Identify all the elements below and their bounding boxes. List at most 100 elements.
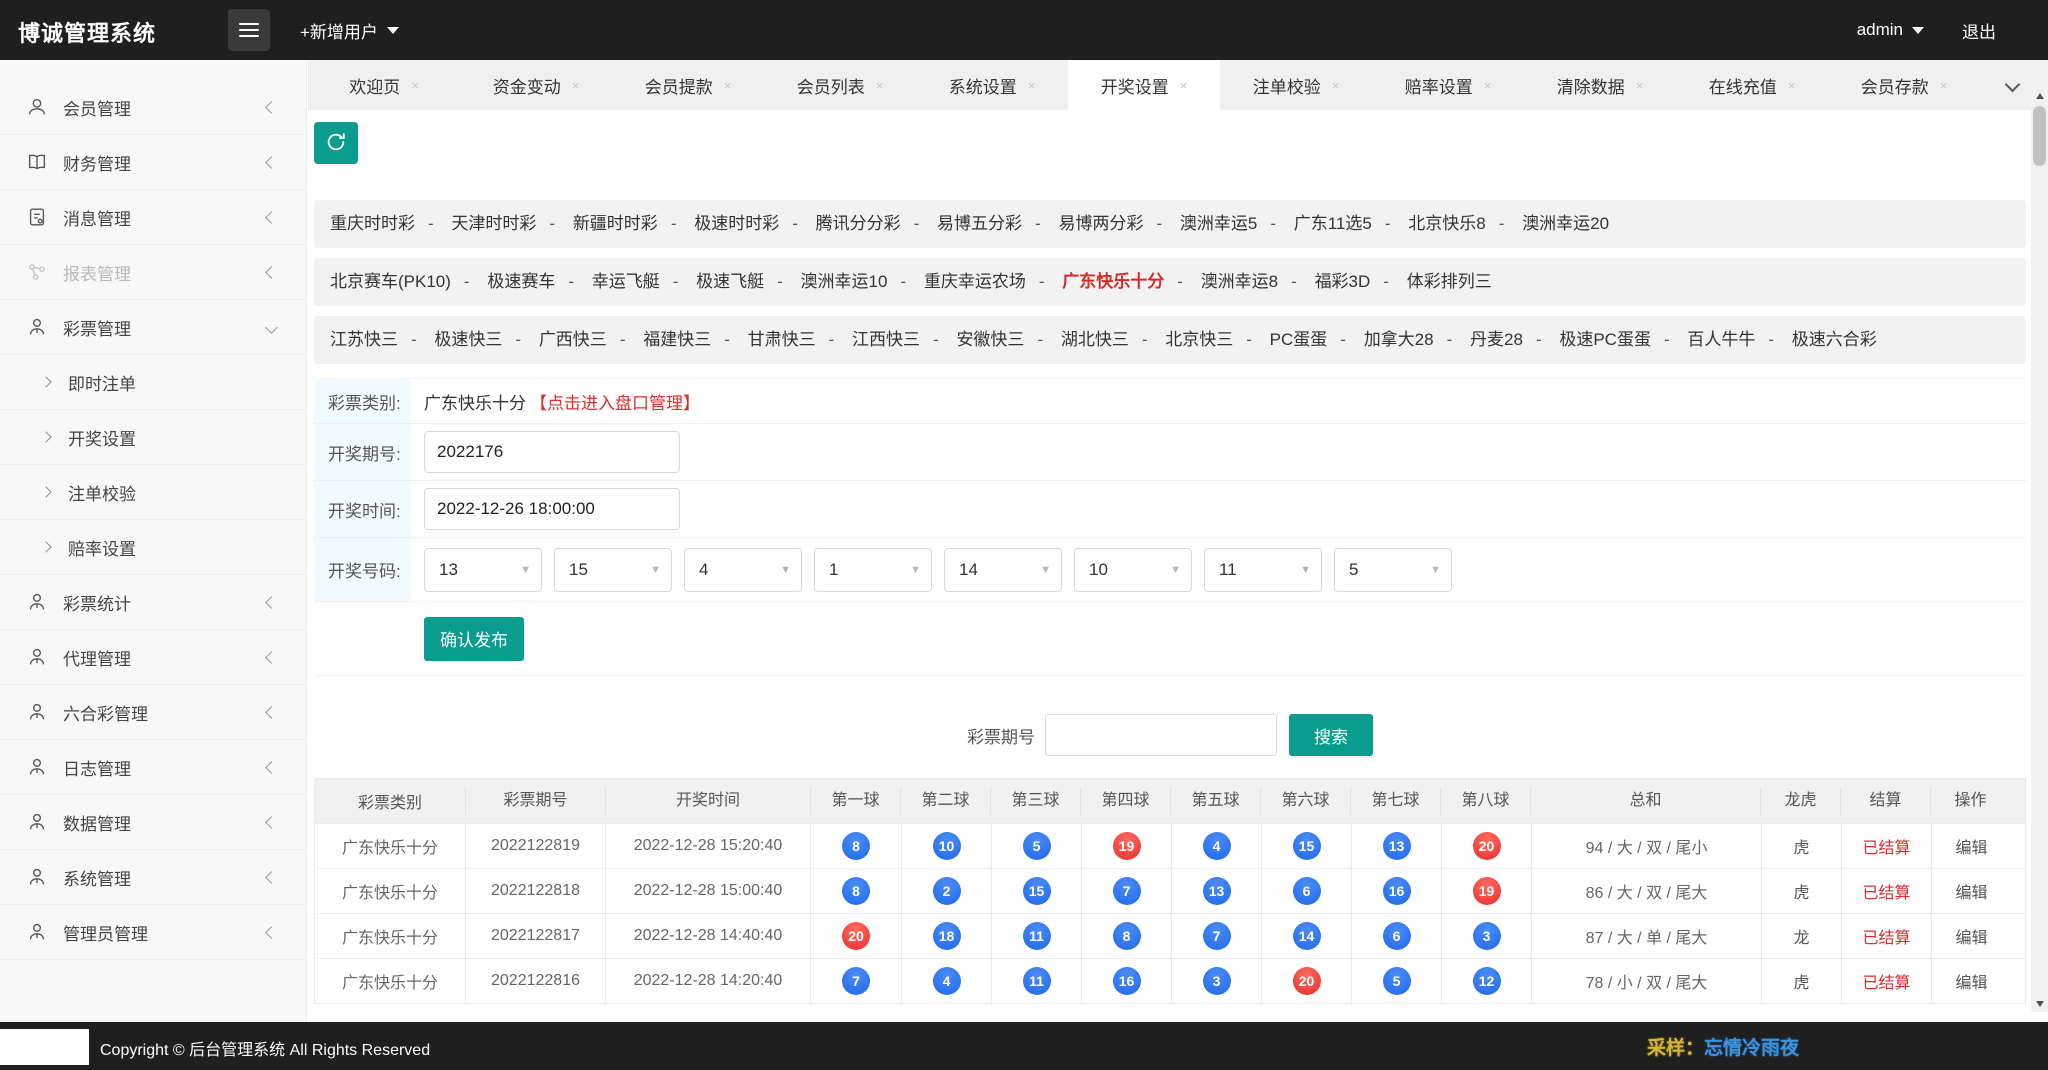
edit-link[interactable]: 编辑	[1931, 914, 2011, 959]
lottery-type-link[interactable]: 广东11选5	[1294, 214, 1404, 233]
lottery-type-link[interactable]: 湖北快三	[1061, 330, 1161, 349]
tab-close-icon[interactable]: ×	[1788, 78, 1796, 93]
sidebar-item[interactable]: 代理管理	[0, 630, 306, 685]
lottery-type-link[interactable]: 北京赛车(PK10)	[330, 272, 483, 291]
lottery-type-link[interactable]: 极速飞艇	[696, 272, 796, 291]
tabs-overflow-chevron-icon[interactable]	[2004, 76, 2021, 93]
edit-link[interactable]: 编辑	[1931, 959, 2011, 1004]
tab-close-icon[interactable]: ×	[411, 78, 419, 93]
confirm-publish-button[interactable]: 确认发布	[424, 616, 524, 661]
tab[interactable]: 欢迎页 ×	[308, 60, 460, 110]
tab-close-icon[interactable]: ×	[1332, 78, 1340, 93]
lottery-type-link[interactable]: 腾讯分分彩	[816, 214, 933, 233]
lottery-type-link[interactable]: 极速六合彩	[1792, 330, 1877, 349]
scrollbar-down-arrow[interactable]	[2031, 996, 2048, 1012]
lottery-type-link[interactable]: 澳洲幸运5	[1180, 214, 1289, 233]
sidebar-item[interactable]: 彩票管理	[0, 300, 306, 355]
sidebar-item[interactable]: 会员管理	[0, 80, 306, 135]
lottery-type-link[interactable]: 加拿大28	[1364, 330, 1466, 349]
tab-close-icon[interactable]: ×	[1484, 78, 1492, 93]
sidebar-item[interactable]: 系统管理	[0, 850, 306, 905]
lottery-type-link[interactable]: 体彩排列三	[1407, 272, 1492, 291]
admin-menu[interactable]: admin	[1857, 20, 1924, 40]
lottery-type-link[interactable]: 广西快三	[539, 330, 639, 349]
ball-number-select[interactable]: 1 ▼	[814, 547, 932, 592]
lottery-type-link[interactable]: 江苏快三	[330, 330, 430, 349]
sidebar-item[interactable]: 即时注单	[0, 355, 306, 410]
sidebar-item[interactable]: 六合彩管理	[0, 685, 306, 740]
sidebar-item[interactable]: 彩票统计	[0, 575, 306, 630]
refresh-button[interactable]	[314, 122, 358, 164]
tab-close-icon[interactable]: ×	[1180, 78, 1188, 93]
lottery-type-link[interactable]: 澳洲幸运20	[1522, 214, 1609, 233]
sidebar-item[interactable]: 数据管理	[0, 795, 306, 850]
sidebar-toggle-button[interactable]	[228, 9, 270, 51]
ball-number-select[interactable]: 10 ▼	[1074, 547, 1192, 592]
vertical-scrollbar[interactable]	[2031, 88, 2048, 1012]
handicap-manage-link[interactable]: 【点击进入盘口管理】	[530, 389, 700, 414]
lottery-type-link[interactable]: 江西快三	[852, 330, 952, 349]
ball-number-select[interactable]: 13 ▼	[424, 547, 542, 592]
tab-close-icon[interactable]: ×	[1028, 78, 1036, 93]
sidebar-item[interactable]: 财务管理	[0, 135, 306, 190]
lottery-type-link[interactable]: 极速PC蛋蛋	[1559, 330, 1682, 349]
tab-close-icon[interactable]: ×	[724, 78, 732, 93]
tab[interactable]: 会员提款 ×	[612, 60, 764, 110]
tab-close-icon[interactable]: ×	[876, 78, 884, 93]
sidebar-item[interactable]: 注单校验	[0, 465, 306, 520]
lottery-type-link[interactable]: 重庆幸运农场	[924, 272, 1058, 291]
tab[interactable]: 资金变动 ×	[460, 60, 612, 110]
tab[interactable]: 在线充值 ×	[1676, 60, 1828, 110]
tab[interactable]: 会员列表 ×	[764, 60, 916, 110]
tab[interactable]: 开奖设置 ×	[1068, 60, 1220, 110]
logout-button[interactable]: 退出	[1962, 18, 1996, 43]
lottery-type-link[interactable]: 重庆时时彩	[330, 214, 447, 233]
tab-close-icon[interactable]: ×	[1940, 78, 1948, 93]
lottery-type-link[interactable]: 安徽快三	[956, 330, 1056, 349]
lottery-type-link[interactable]: 极速赛车	[487, 272, 587, 291]
issue-search-input[interactable]	[1045, 714, 1277, 757]
lottery-type-link[interactable]: 幸运飞艇	[592, 272, 692, 291]
scrollbar-thumb[interactable]	[2033, 106, 2046, 166]
ball-number-select[interactable]: 4 ▼	[684, 547, 802, 592]
sidebar-item[interactable]: 日志管理	[0, 740, 306, 795]
draw-time-input[interactable]	[424, 488, 680, 531]
issue-input[interactable]	[424, 431, 680, 474]
lottery-type-link[interactable]: 澳洲幸运8	[1201, 272, 1310, 291]
sidebar-item[interactable]: 管理员管理	[0, 905, 306, 960]
tab[interactable]: 系统设置 ×	[916, 60, 1068, 110]
search-button[interactable]: 搜索	[1289, 714, 1373, 757]
ball-number-select[interactable]: 15 ▼	[554, 547, 672, 592]
tab[interactable]: 清除数据 ×	[1524, 60, 1676, 110]
lottery-type-link[interactable]: 甘肃快三	[748, 330, 848, 349]
tab-close-icon[interactable]: ×	[1636, 78, 1644, 93]
sidebar-item[interactable]: 开奖设置	[0, 410, 306, 465]
ball-number-select[interactable]: 11 ▼	[1204, 547, 1322, 592]
lottery-type-link[interactable]: 新疆时时彩	[573, 214, 690, 233]
tab[interactable]: 赔率设置 ×	[1372, 60, 1524, 110]
scrollbar-up-arrow[interactable]	[2031, 88, 2048, 104]
sidebar-item[interactable]: 赔率设置	[0, 520, 306, 575]
lottery-type-link[interactable]: 极速时时彩	[694, 214, 811, 233]
ball-number-select[interactable]: 14 ▼	[944, 547, 1062, 592]
lottery-type-link[interactable]: 丹麦28	[1470, 330, 1555, 349]
lottery-type-link[interactable]: 极速快三	[434, 330, 534, 349]
edit-link[interactable]: 编辑	[1931, 869, 2011, 914]
sidebar-item[interactable]: 报表管理	[0, 245, 306, 300]
lottery-type-link[interactable]: PC蛋蛋	[1270, 330, 1359, 349]
tab[interactable]: 注单校验 ×	[1220, 60, 1372, 110]
lottery-type-link[interactable]: 天津时时彩	[451, 214, 568, 233]
lottery-type-link[interactable]: 福彩3D	[1315, 272, 1402, 291]
lottery-type-link[interactable]: 北京快三	[1165, 330, 1265, 349]
ball-number-select[interactable]: 5 ▼	[1334, 547, 1452, 592]
lottery-type-link[interactable]: 福建快三	[643, 330, 743, 349]
lottery-type-link[interactable]: 澳洲幸运10	[801, 272, 920, 291]
lottery-type-link[interactable]: 百人牛牛	[1687, 330, 1787, 349]
tab-close-icon[interactable]: ×	[572, 78, 580, 93]
tab[interactable]: 会员存款 ×	[1828, 60, 1980, 110]
lottery-type-link[interactable]: 广东快乐十分	[1062, 272, 1196, 291]
lottery-type-link[interactable]: 北京快乐8	[1408, 214, 1517, 233]
sidebar-item[interactable]: 消息管理	[0, 190, 306, 245]
add-user-menu[interactable]: +新增用户	[300, 0, 399, 60]
lottery-type-link[interactable]: 易博两分彩	[1058, 214, 1175, 233]
